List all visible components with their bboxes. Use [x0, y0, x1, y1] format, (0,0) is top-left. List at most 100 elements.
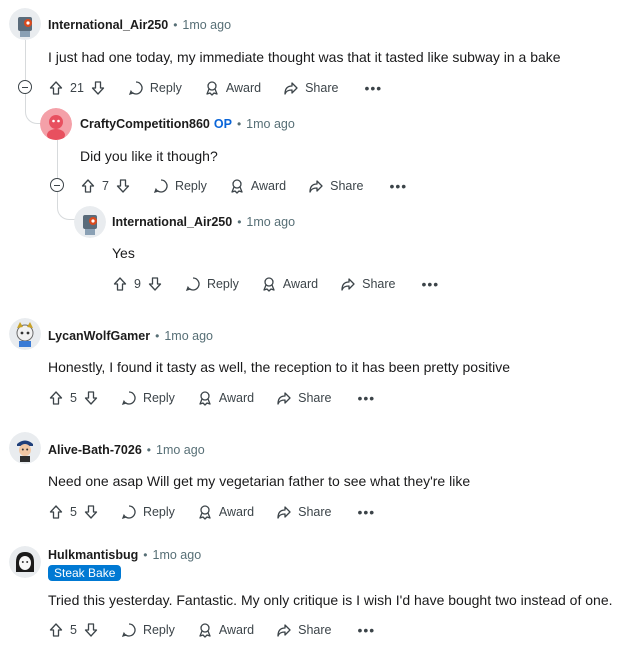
share-icon	[276, 622, 292, 638]
share-label: Share	[305, 81, 339, 95]
timestamp[interactable]: 1mo ago	[246, 117, 295, 131]
more-options-button[interactable]: •••	[364, 81, 382, 95]
share-icon	[308, 178, 324, 194]
reply-button[interactable]: Reply	[153, 178, 207, 194]
share-label: Share	[298, 391, 332, 405]
reply-icon	[128, 80, 144, 96]
downvote-icon[interactable]	[147, 276, 163, 292]
reply-label: Reply	[206, 277, 239, 291]
more-options-button[interactable]: •••	[422, 277, 440, 291]
collapse-icon[interactable]	[50, 178, 64, 192]
comment-actions: 5 Reply Award Share •••	[48, 500, 375, 524]
award-button[interactable]: Award	[261, 276, 318, 292]
downvote-icon[interactable]	[115, 178, 131, 194]
author-name[interactable]: International_Air250	[48, 18, 168, 32]
share-icon	[276, 390, 292, 406]
timestamp[interactable]: 1mo ago	[164, 329, 213, 343]
reply-button[interactable]: Reply	[121, 504, 175, 520]
award-button[interactable]: Award	[197, 390, 254, 406]
share-button[interactable]: Share	[276, 622, 332, 638]
comment-body: I just had one today, my immediate thoug…	[48, 49, 561, 65]
vote-group: 21	[48, 80, 106, 96]
reply-icon	[185, 276, 201, 292]
user-flair: Steak Bake	[48, 565, 122, 581]
share-button[interactable]: Share	[276, 390, 332, 406]
avatar[interactable]	[9, 8, 41, 40]
timestamp[interactable]: 1mo ago	[246, 215, 295, 229]
author-name[interactable]: CraftyCompetition860	[80, 117, 210, 131]
reply-button[interactable]: Reply	[121, 390, 175, 406]
vote-count: 5	[70, 623, 77, 637]
share-button[interactable]: Share	[308, 178, 364, 194]
comment-meta: Alive-Bath-7026 • 1mo ago	[48, 440, 205, 460]
comment-body: Yes	[112, 245, 135, 261]
avatar[interactable]	[74, 206, 106, 238]
comment-body: Need one asap Will get my vegetarian fat…	[48, 473, 471, 489]
author-name[interactable]: International_Air250	[112, 215, 232, 229]
vote-count: 5	[70, 505, 77, 519]
award-button[interactable]: Award	[204, 80, 261, 96]
vote-count: 5	[70, 391, 77, 405]
award-label: Award	[225, 81, 262, 95]
award-icon	[197, 390, 213, 406]
thread-line	[57, 140, 58, 178]
timestamp[interactable]: 1mo ago	[182, 18, 231, 32]
author-name[interactable]: Hulkmantisbug	[48, 548, 138, 562]
author-name[interactable]: Alive-Bath-7026	[48, 443, 142, 457]
share-label: Share	[298, 505, 332, 519]
separator-dot: •	[237, 215, 242, 229]
avatar[interactable]	[9, 318, 41, 350]
reply-button[interactable]: Reply	[121, 622, 175, 638]
reply-button[interactable]: Reply	[128, 80, 182, 96]
more-options-button[interactable]: •••	[390, 179, 408, 193]
more-options-button[interactable]: •••	[358, 505, 376, 519]
timestamp[interactable]: 1mo ago	[156, 443, 205, 457]
comment-body: Tried this yesterday. Fantastic. My only…	[48, 592, 613, 608]
more-options-button[interactable]: •••	[358, 623, 376, 637]
avatar[interactable]	[40, 108, 72, 140]
award-label: Award	[218, 391, 255, 405]
thread-curve	[25, 92, 41, 124]
comment-body: Honestly, I found it tasty as well, the …	[48, 359, 510, 375]
share-button[interactable]: Share	[340, 276, 396, 292]
award-icon	[197, 504, 213, 520]
vote-group: 5	[48, 504, 99, 520]
upvote-icon[interactable]	[48, 80, 64, 96]
share-button[interactable]: Share	[276, 504, 332, 520]
downvote-icon[interactable]	[90, 80, 106, 96]
upvote-icon[interactable]	[112, 276, 128, 292]
award-icon	[197, 622, 213, 638]
reply-icon	[121, 390, 137, 406]
collapse-icon[interactable]	[18, 80, 32, 94]
timestamp[interactable]: 1mo ago	[153, 548, 202, 562]
share-icon	[283, 80, 299, 96]
author-name[interactable]: LycanWolfGamer	[48, 329, 150, 343]
comment-actions: 9 Reply Award Share •••	[112, 272, 439, 296]
more-options-button[interactable]: •••	[358, 391, 376, 405]
upvote-icon[interactable]	[48, 390, 64, 406]
share-label: Share	[362, 277, 396, 291]
avatar[interactable]	[9, 432, 41, 464]
downvote-icon[interactable]	[83, 390, 99, 406]
award-button[interactable]: Award	[197, 504, 254, 520]
reply-button[interactable]: Reply	[185, 276, 239, 292]
downvote-icon[interactable]	[83, 504, 99, 520]
separator-dot: •	[155, 329, 160, 343]
downvote-icon[interactable]	[83, 622, 99, 638]
share-label: Share	[298, 623, 332, 637]
vote-group: 9	[112, 276, 163, 292]
upvote-icon[interactable]	[48, 622, 64, 638]
reply-label: Reply	[174, 179, 207, 193]
share-button[interactable]: Share	[283, 80, 338, 96]
separator-dot: •	[236, 117, 242, 131]
award-button[interactable]: Award	[197, 622, 254, 638]
upvote-icon[interactable]	[48, 504, 64, 520]
comment-meta: CraftyCompetition860 OP • 1mo ago	[80, 114, 295, 134]
upvote-icon[interactable]	[80, 178, 96, 194]
award-icon	[229, 178, 245, 194]
vote-group: 5	[48, 622, 99, 638]
reply-label: Reply	[142, 623, 175, 637]
reply-label: Reply	[142, 505, 175, 519]
award-button[interactable]: Award	[229, 178, 286, 194]
avatar[interactable]	[9, 546, 41, 578]
